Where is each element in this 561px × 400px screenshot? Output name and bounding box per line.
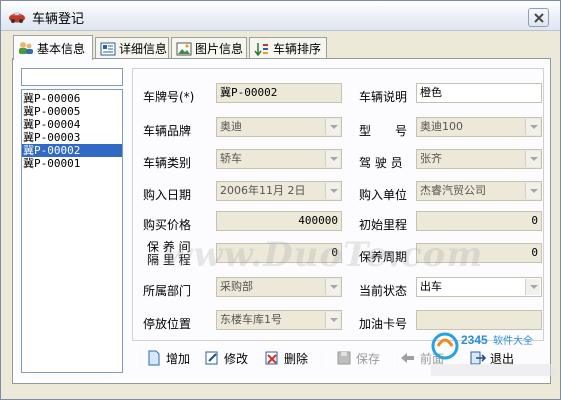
category-value: 轿车 (220, 152, 242, 165)
tab-picture-info[interactable]: 图片信息 (171, 37, 247, 59)
delete-button[interactable]: 删除 (264, 347, 308, 369)
brand-select[interactable]: 奥迪 (216, 117, 342, 137)
window-title: 车辆登记 (32, 12, 85, 27)
plate-field[interactable]: 冀P-00002 (216, 83, 342, 103)
department-select[interactable]: 采购部 (216, 277, 342, 297)
price-field[interactable]: 400000 (216, 211, 342, 231)
chevron-down-icon[interactable] (525, 279, 540, 295)
description-field[interactable]: 橙色 (416, 83, 542, 103)
description-label: 车辆说明 (359, 90, 408, 104)
chevron-down-icon[interactable] (525, 183, 540, 199)
status-value: 出车 (420, 280, 442, 293)
delete-icon (265, 351, 278, 365)
parking-label: 停放位置 (143, 317, 192, 331)
arrow-left-icon (401, 353, 414, 363)
brand-value: 奥迪 (220, 120, 242, 133)
save-button[interactable]: 保存 (336, 347, 380, 369)
plate-value: 冀P-00002 (220, 86, 278, 99)
chevron-down-icon[interactable] (525, 151, 540, 167)
sort-icon (254, 42, 268, 56)
purchase-unit-select[interactable]: 杰睿汽贸公司 (416, 181, 542, 201)
list-item-selected[interactable]: 冀P-00002 (22, 144, 122, 157)
tab-label: 详细信息 (119, 42, 168, 56)
tab-label: 车辆排序 (273, 42, 322, 56)
list-item[interactable]: 冀P-00004 (22, 118, 122, 131)
tab-label: 基本信息 (37, 41, 86, 56)
add-label: 增加 (166, 351, 191, 366)
maint-period-value: 0 (531, 246, 538, 259)
department-value: 采购部 (220, 280, 253, 293)
tab-detail-info[interactable]: 详细信息 (95, 37, 169, 59)
brand-logo: 2345 软件大全 (431, 332, 557, 376)
close-button[interactable] (528, 8, 549, 27)
purchase-date-label: 购入日期 (143, 188, 192, 202)
driver-label: 驾 驶 员 (359, 156, 403, 170)
save-icon (337, 351, 351, 365)
title-bar[interactable]: 车辆登记 (1, 1, 560, 31)
tab-vehicle-sort[interactable]: 车辆排序 (249, 37, 327, 59)
chevron-down-icon[interactable] (325, 279, 340, 295)
purchase-unit-label: 购入单位 (359, 188, 408, 202)
price-label: 购买价格 (143, 218, 192, 232)
car-app-icon (9, 12, 25, 23)
vehicle-registration-window: 车辆登记 基本信息 详细信息 图片信息 车辆排序 冀P-00006 冀P-000… (0, 0, 561, 400)
delete-label: 删除 (284, 351, 309, 366)
fuel-card-label: 加油卡号 (359, 317, 408, 331)
purchase-date-picker[interactable]: 2006年11月 2日 (216, 181, 342, 201)
vehicle-form: 车牌号(*) 冀P-00002 车辆说明 橙色 车辆品牌 奥迪 型 号 奥迪10… (132, 68, 544, 341)
model-label: 型 号 (359, 124, 408, 138)
initial-mileage-label: 初始里程 (359, 218, 408, 232)
search-input[interactable] (21, 68, 123, 86)
toolbar-divider (394, 347, 395, 369)
close-icon (533, 12, 544, 23)
picture-icon (176, 42, 192, 55)
list-item[interactable]: 冀P-00005 (22, 105, 122, 118)
brand-label: 车辆品牌 (143, 124, 192, 138)
parking-select[interactable]: 东楼车库1号 (216, 310, 342, 330)
save-label: 保存 (356, 351, 381, 366)
model-select[interactable]: 奥迪100 (416, 117, 542, 137)
list-item[interactable]: 冀P-00003 (22, 131, 122, 144)
new-document-icon (148, 350, 160, 366)
chevron-down-icon[interactable] (325, 151, 340, 167)
plate-label: 车牌号(*) (143, 90, 195, 104)
chevron-down-icon[interactable] (525, 119, 540, 135)
edit-label: 修改 (224, 351, 249, 366)
chevron-down-icon[interactable] (325, 183, 340, 199)
tab-basic-info[interactable]: 基本信息 (13, 35, 93, 60)
initial-mileage-value: 0 (531, 214, 538, 227)
purchase-date-value: 2006年11月 2日 (220, 184, 306, 197)
svg-text:2345: 2345 (461, 333, 488, 347)
svg-text:软件大全: 软件大全 (493, 334, 533, 347)
edit-icon (205, 351, 218, 365)
add-button[interactable]: 增加 (146, 347, 190, 369)
details-icon (100, 42, 116, 55)
category-label: 车辆类别 (143, 156, 192, 170)
model-value: 奥迪100 (420, 120, 463, 133)
edit-button[interactable]: 修改 (204, 347, 248, 369)
chevron-down-icon[interactable] (325, 312, 340, 328)
status-select[interactable]: 出车 (416, 277, 542, 297)
status-label: 当前状态 (359, 284, 408, 298)
watermark-text: www.DuoTe.com (163, 235, 484, 275)
driver-value: 张齐 (420, 152, 442, 165)
category-select[interactable]: 轿车 (216, 149, 342, 169)
purchase-unit-value: 杰睿汽贸公司 (420, 184, 486, 197)
people-icon (19, 42, 33, 54)
parking-value: 东楼车库1号 (220, 313, 282, 326)
department-label: 所属部门 (143, 284, 192, 298)
vehicle-list[interactable]: 冀P-00006 冀P-00005 冀P-00004 冀P-00003 冀P-0… (21, 89, 123, 373)
toolbar-divider (136, 347, 137, 369)
initial-mileage-field[interactable]: 0 (416, 211, 542, 231)
list-item[interactable]: 冀P-00006 (22, 92, 122, 105)
description-value: 橙色 (420, 86, 442, 99)
tab-label: 图片信息 (195, 42, 244, 56)
toolbar-divider (326, 347, 327, 369)
chevron-down-icon[interactable] (325, 119, 340, 135)
driver-select[interactable]: 张齐 (416, 149, 542, 169)
list-item[interactable]: 冀P-00001 (22, 157, 122, 170)
price-value: 400000 (298, 214, 338, 227)
